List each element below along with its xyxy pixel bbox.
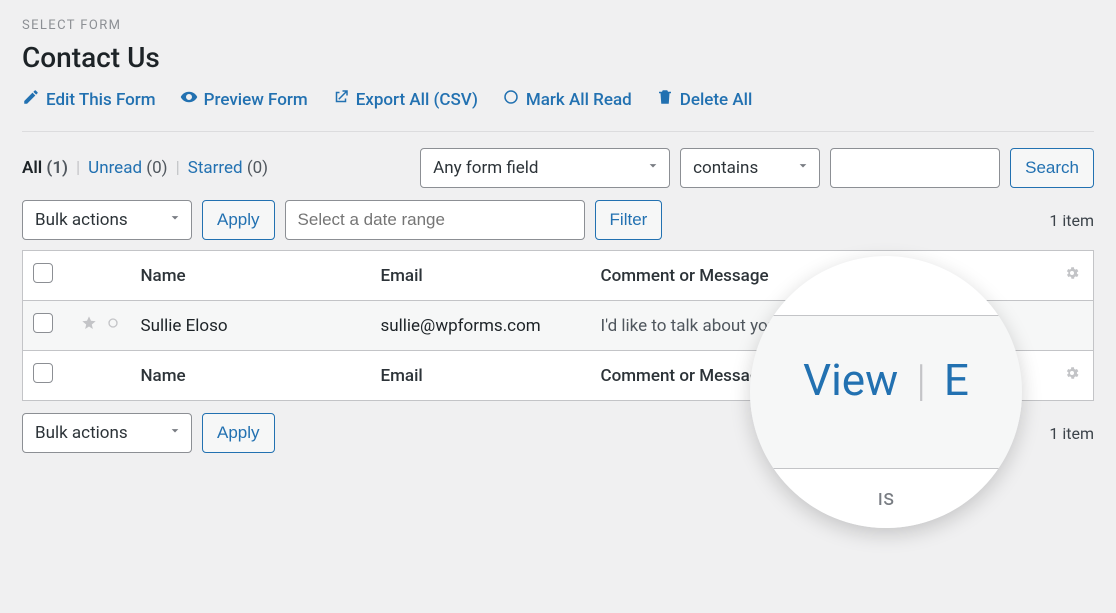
chevron-down-icon (645, 158, 661, 179)
filter-button[interactable]: Filter (595, 200, 663, 240)
search-input[interactable] (830, 148, 1000, 188)
bulk-actions-select-footer[interactable]: Bulk actions (22, 413, 192, 453)
edit-form-label: Edit This Form (46, 90, 156, 110)
edit-form-link[interactable]: Edit This Form (22, 88, 156, 111)
export-csv-link[interactable]: Export All (CSV) (332, 88, 478, 111)
chevron-down-icon (795, 158, 811, 179)
col-email-footer[interactable]: Email (371, 351, 591, 401)
item-count-bottom: 1 item (1049, 424, 1094, 443)
select-all-checkbox-footer[interactable] (33, 363, 53, 383)
col-email[interactable]: Email (371, 251, 591, 301)
select-all-checkbox[interactable] (33, 263, 53, 283)
col-name-footer[interactable]: Name (131, 351, 371, 401)
date-range-input[interactable] (285, 200, 585, 240)
form-actions-row: Edit This Form Preview Form Export All (… (22, 88, 1094, 111)
mark-read-label: Mark All Read (526, 90, 632, 110)
gear-icon[interactable] (1064, 366, 1080, 386)
col-name[interactable]: Name (131, 251, 371, 301)
magnified-view: View (803, 354, 898, 406)
preview-form-link[interactable]: Preview Form (180, 88, 308, 111)
item-count-top: 1 item (1049, 211, 1094, 230)
page-title: Contact Us (22, 41, 1094, 74)
filter-row-1: All (1) | Unread (0) | Starred (0) Any f… (22, 148, 1094, 188)
search-button[interactable]: Search (1010, 148, 1094, 188)
read-indicator-icon[interactable] (105, 315, 121, 336)
magnifier-overlay: View | E ıs (750, 256, 1022, 528)
row-checkbox[interactable] (33, 313, 53, 333)
chevron-down-icon (167, 210, 183, 231)
export-icon (332, 88, 350, 111)
apply-button-footer[interactable]: Apply (202, 413, 275, 453)
cell-name: Sullie Eloso (131, 301, 371, 351)
trash-icon (656, 88, 674, 111)
delete-all-link[interactable]: Delete All (656, 88, 753, 111)
divider: | (176, 158, 180, 178)
magnified-footer-hint: ıs (878, 486, 895, 511)
circle-icon (502, 88, 520, 111)
field-select[interactable]: Any form field (420, 148, 670, 188)
apply-button[interactable]: Apply (202, 200, 275, 240)
preview-form-label: Preview Form (204, 90, 308, 110)
star-icon[interactable] (81, 315, 97, 336)
eye-icon (180, 88, 198, 111)
operator-select[interactable]: contains (680, 148, 820, 188)
bulk-actions-select[interactable]: Bulk actions (22, 200, 192, 240)
status-tabs: All (1) | Unread (0) | Starred (0) (22, 158, 268, 178)
magnified-edit-initial: E (944, 354, 969, 406)
export-csv-label: Export All (CSV) (356, 90, 478, 110)
chevron-down-icon (167, 423, 183, 444)
filter-row-2: Bulk actions Apply Filter 1 item (22, 200, 1094, 240)
magnified-actions: View | E (803, 354, 969, 406)
row-indicators (81, 315, 121, 336)
divider: | (76, 158, 80, 178)
cell-email: sullie@wpforms.com (371, 301, 591, 351)
tab-all[interactable]: All (1) (22, 158, 68, 178)
select-form-label: SELECT FORM (22, 18, 1094, 33)
divider: | (916, 354, 926, 406)
pencil-icon (22, 88, 40, 111)
mark-read-link[interactable]: Mark All Read (502, 88, 632, 111)
delete-all-label: Delete All (680, 90, 753, 110)
tab-unread[interactable]: Unread (0) (88, 158, 167, 178)
gear-icon[interactable] (1064, 266, 1080, 286)
tab-starred[interactable]: Starred (0) (188, 158, 268, 178)
